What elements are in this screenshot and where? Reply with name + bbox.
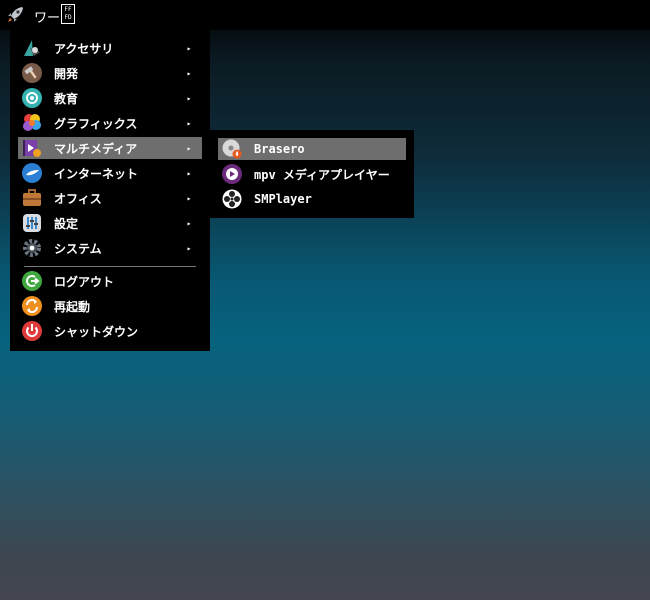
menu-item-label: 開発 (54, 66, 79, 81)
menu-item-internet[interactable]: インターネット ▸ (18, 162, 202, 184)
rocket-icon[interactable] (5, 5, 25, 25)
submenu-arrow-icon: ▸ (186, 43, 192, 53)
brasero-disc-icon (222, 139, 242, 159)
submenu-arrow-icon: ▸ (186, 218, 192, 228)
submenu-arrow-icon: ▸ (186, 193, 192, 203)
menu-item-reboot[interactable]: 再起動 (18, 295, 202, 317)
reboot-icon (22, 296, 42, 316)
development-hammer-icon (22, 63, 42, 83)
menu-item-label: アクセサリ (54, 41, 114, 56)
mpv-icon (222, 164, 242, 184)
menu-item-graphics[interactable]: グラフィックス ▸ (18, 112, 202, 134)
submenu-arrow-icon: ▸ (186, 93, 192, 103)
menu-separator (24, 266, 196, 267)
menu-item-logout[interactable]: ログアウト (18, 270, 202, 292)
menu-item-label: 再起動 (54, 299, 91, 314)
menu-item-label: マルチメディア (54, 141, 138, 156)
submenu-item-smplayer[interactable]: SMPlayer (218, 188, 406, 210)
menu-item-office[interactable]: オフィス ▸ (18, 187, 202, 209)
submenu-item-mpv[interactable]: mpv メディアプレイヤー (218, 163, 406, 185)
settings-icon (23, 214, 41, 232)
multimedia-icon (23, 140, 41, 157)
shutdown-icon (22, 321, 42, 341)
menu-item-system[interactable]: システム ▸ (18, 237, 202, 259)
menu-item-label: システム (54, 241, 102, 256)
submenu-item-label: Brasero (254, 142, 305, 156)
graphics-icon (23, 114, 41, 131)
menu-item-multimedia[interactable]: マルチメディア ▸ (18, 137, 202, 159)
menu-item-label: ログアウト (54, 274, 115, 289)
menu-item-label: 教育 (54, 91, 79, 106)
menu-item-development[interactable]: 開発 ▸ (18, 62, 202, 84)
menu-item-label: インターネット (54, 166, 139, 181)
smplayer-icon (222, 189, 242, 209)
logout-icon (22, 271, 42, 291)
system-gear-icon (23, 239, 41, 257)
multimedia-submenu: Brasero mpv メディアプレイヤー SMPlayer (210, 130, 414, 218)
menu-item-label: オフィス (54, 191, 102, 206)
submenu-item-label: mpv メディアプレイヤー (254, 167, 390, 182)
education-icon (22, 88, 42, 108)
window-title[interactable]: ワー (34, 7, 60, 26)
menu-item-accessories[interactable]: アクセサリ ▸ (18, 37, 202, 59)
submenu-arrow-icon: ▸ (186, 118, 192, 128)
menu-item-label: 設定 (54, 216, 79, 231)
missing-glyph-box: FF FD (61, 4, 75, 24)
menu-item-settings[interactable]: 設定 ▸ (18, 212, 202, 234)
submenu-item-brasero[interactable]: Brasero (218, 138, 406, 160)
menu-item-label: グラフィックス (54, 116, 138, 131)
application-menu: アクセサリ ▸ 開発 ▸ 教育 ▸ グラフィックス ▸ マルチメディア ▸ イン… (10, 30, 210, 351)
submenu-arrow-icon: ▸ (186, 243, 192, 253)
accessories-icon (24, 40, 40, 56)
internet-globe-icon (22, 163, 42, 183)
submenu-arrow-icon: ▸ (186, 143, 192, 153)
menu-item-shutdown[interactable]: シャットダウン (18, 320, 202, 342)
office-briefcase-icon (23, 189, 41, 206)
submenu-arrow-icon: ▸ (186, 68, 192, 78)
menu-item-label: シャットダウン (54, 324, 139, 339)
submenu-item-label: SMPlayer (254, 192, 312, 206)
menu-item-education[interactable]: 教育 ▸ (18, 87, 202, 109)
submenu-arrow-icon: ▸ (186, 168, 192, 178)
top-panel: ワー FF FD (0, 0, 650, 30)
